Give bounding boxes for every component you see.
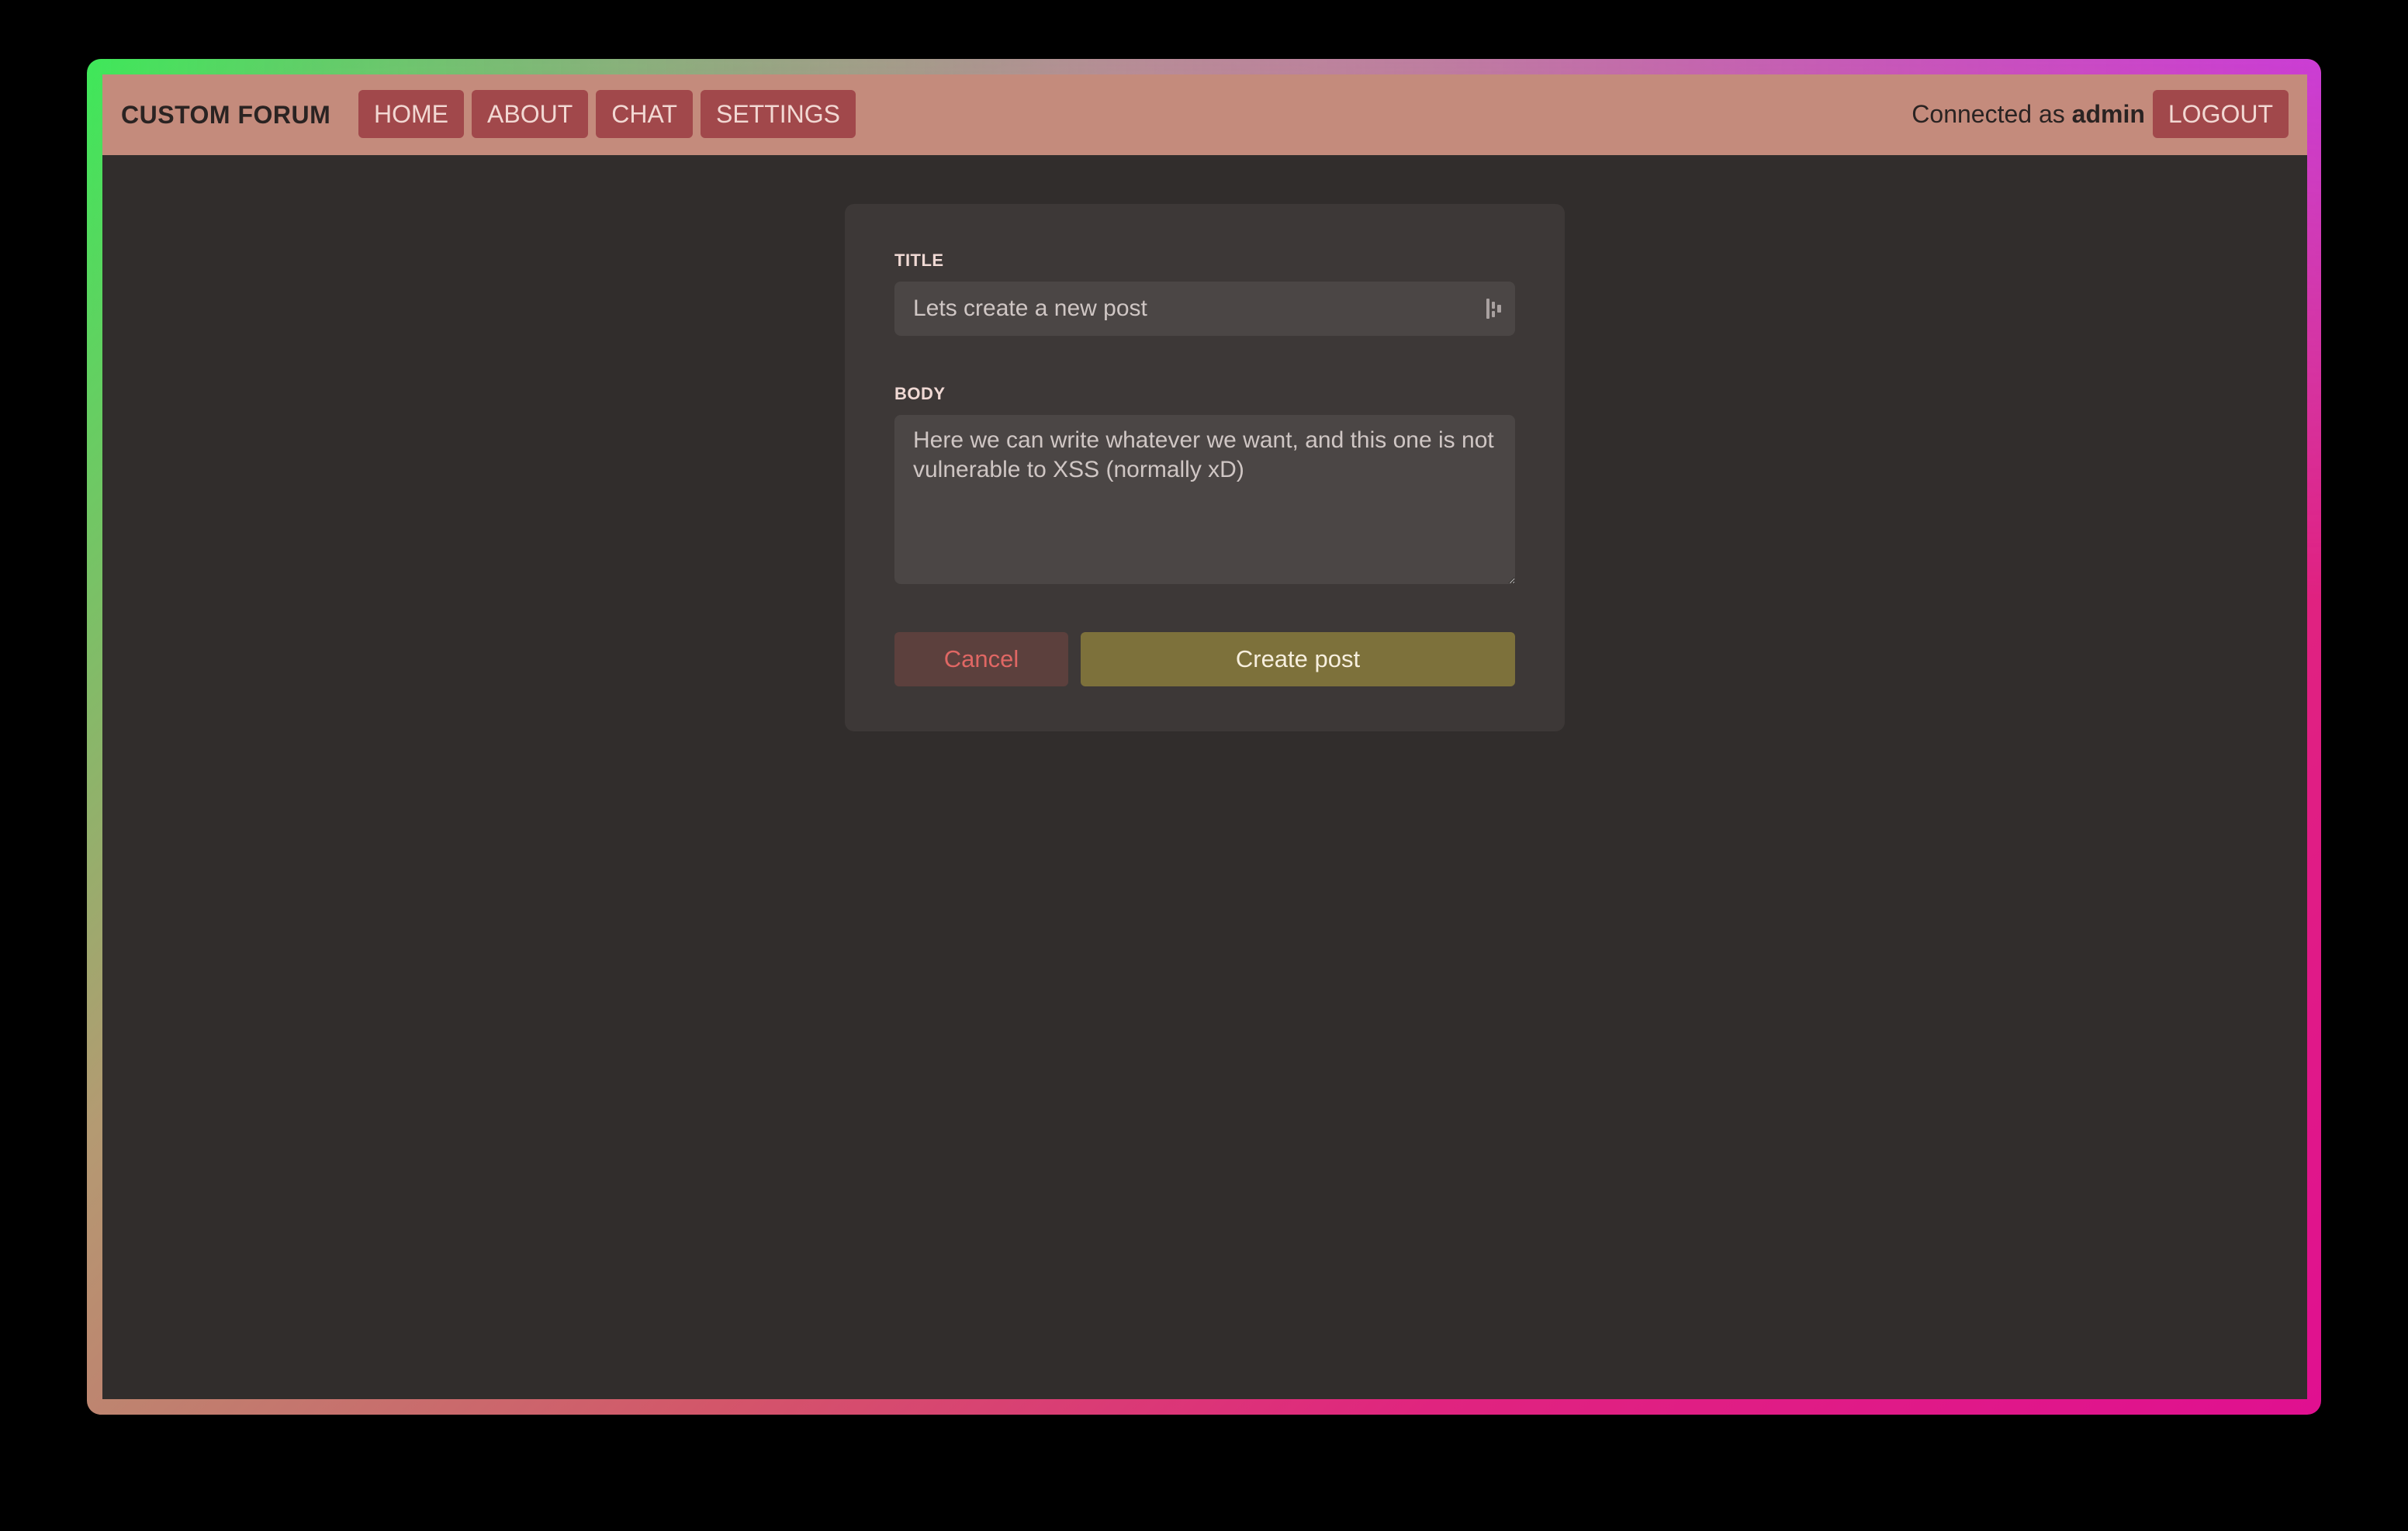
cancel-button[interactable]: Cancel bbox=[894, 632, 1068, 686]
body-label: BODY bbox=[894, 384, 946, 403]
form-actions: Cancel Create post bbox=[894, 632, 1515, 686]
new-post-form: TITLE BODY Here we can write whatever we… bbox=[845, 204, 1565, 731]
username: admin bbox=[2071, 100, 2145, 128]
password-manager-icon[interactable] bbox=[1484, 297, 1506, 320]
title-label: TITLE bbox=[894, 251, 944, 270]
body-textarea[interactable]: Here we can write whatever we want, and … bbox=[894, 415, 1515, 584]
nav-about-button[interactable]: ABOUT bbox=[472, 90, 589, 138]
user-area: Connected as admin LOGOUT bbox=[1912, 90, 2289, 138]
browser-window: CUSTOM FORUM HOME ABOUT CHAT SETTINGS Co… bbox=[102, 74, 2307, 1399]
nav-menu: HOME ABOUT CHAT SETTINGS bbox=[358, 90, 856, 138]
create-post-button[interactable]: Create post bbox=[1081, 632, 1515, 686]
title-input[interactable] bbox=[894, 282, 1515, 336]
connection-status: Connected as admin bbox=[1912, 90, 2145, 138]
site-brand[interactable]: CUSTOM FORUM bbox=[121, 74, 330, 155]
nav-home-button[interactable]: HOME bbox=[358, 90, 464, 138]
nav-chat-button[interactable]: CHAT bbox=[596, 90, 693, 138]
nav-settings-button[interactable]: SETTINGS bbox=[700, 90, 856, 138]
connected-prefix: Connected as bbox=[1912, 100, 2065, 128]
window-gradient-border: CUSTOM FORUM HOME ABOUT CHAT SETTINGS Co… bbox=[87, 59, 2321, 1415]
navbar: CUSTOM FORUM HOME ABOUT CHAT SETTINGS Co… bbox=[102, 74, 2307, 155]
title-field-wrapper bbox=[894, 282, 1515, 336]
logout-button[interactable]: LOGOUT bbox=[2152, 90, 2289, 138]
